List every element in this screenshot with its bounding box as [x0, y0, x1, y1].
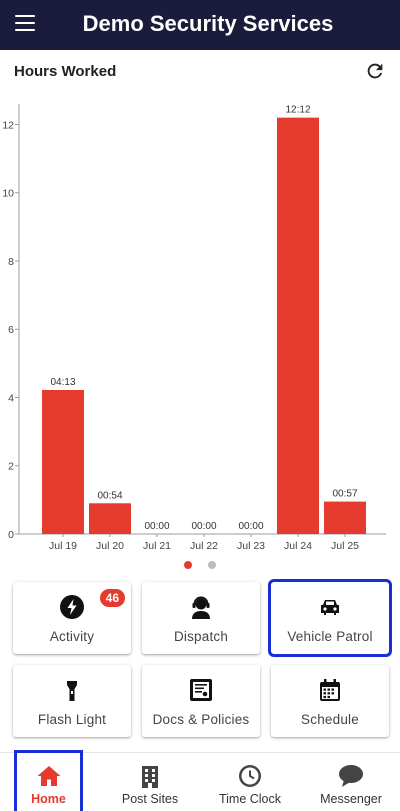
- x-tick-label: Jul 20: [96, 540, 124, 552]
- bottom-navigation: Home Post Sites Time Clock Messenger: [0, 750, 400, 811]
- data-label: 00:54: [97, 490, 122, 501]
- tile-label: Vehicle Patrol: [287, 629, 373, 644]
- nav-label: Messenger: [320, 792, 382, 806]
- section-title: Hours Worked: [14, 63, 117, 80]
- y-tick-label: 12: [2, 119, 14, 131]
- y-tick-label: 2: [8, 461, 14, 473]
- y-tick-label: 6: [8, 324, 14, 336]
- data-label: 00:57: [332, 489, 357, 500]
- y-tick-label: 4: [8, 392, 14, 404]
- app-title: Demo Security Services: [82, 11, 334, 36]
- nav-home[interactable]: Home: [14, 750, 83, 811]
- tile-label: Activity: [49, 629, 95, 644]
- dispatch-tile[interactable]: Dispatch: [142, 582, 260, 654]
- car-icon: [321, 600, 339, 615]
- bar: [89, 503, 131, 534]
- x-tick-label: Jul 19: [49, 540, 77, 552]
- bar: [277, 117, 319, 535]
- calendar-icon: [320, 679, 340, 701]
- nav-post-sites[interactable]: Post Sites: [113, 753, 187, 811]
- flashlight-icon: [67, 681, 77, 701]
- tile-label: Dispatch: [173, 629, 229, 644]
- x-tick-label: Jul 25: [331, 540, 359, 552]
- nav-label: Post Sites: [121, 792, 179, 806]
- nav-messenger[interactable]: Messenger: [314, 753, 388, 811]
- nav-label: Time Clock: [218, 792, 282, 806]
- chat-bubble-icon: [339, 765, 363, 787]
- vehicle-patrol-tile[interactable]: Vehicle Patrol: [268, 579, 392, 657]
- data-label: 00:00: [144, 521, 169, 532]
- y-tick-label: 8: [8, 256, 14, 268]
- nav-time-clock[interactable]: Time Clock: [212, 753, 288, 811]
- document-icon: [190, 679, 212, 701]
- home-icon: [37, 766, 60, 786]
- data-label: 12:12: [285, 105, 310, 116]
- tile-label: Flash Light: [37, 712, 107, 727]
- tile-label: Docs & Policies: [152, 712, 250, 727]
- bar: [42, 389, 84, 534]
- y-tick-label: 0: [8, 529, 14, 541]
- x-tick-label: Jul 21: [143, 540, 171, 552]
- hours-worked-chart: 0 2 4 6 8 10 12 04:13 Jul 19 00:54 Jul 20 00:00 Jul …: [2, 104, 386, 552]
- bar: [324, 501, 366, 534]
- nav-label: Home: [31, 792, 66, 806]
- docs-policies-tile[interactable]: Docs & Policies: [142, 665, 260, 737]
- headset-agent-icon: [192, 596, 210, 619]
- schedule-tile[interactable]: Schedule: [271, 665, 389, 737]
- data-label: 04:13: [50, 377, 75, 388]
- data-label: 00:00: [191, 521, 216, 532]
- data-label: 00:00: [238, 521, 263, 532]
- tile-label: Schedule: [301, 712, 359, 727]
- x-tick-label: Jul 23: [237, 540, 265, 552]
- x-tick-label: Jul 22: [190, 540, 218, 552]
- refresh-icon[interactable]: [364, 60, 386, 82]
- chart-pager: [0, 561, 400, 571]
- activity-count-badge: 46: [99, 589, 125, 607]
- y-tick-label: 10: [2, 188, 14, 200]
- flash-light-tile[interactable]: Flash Light: [13, 665, 131, 737]
- pager-dot[interactable]: [184, 561, 192, 569]
- lightning-icon: [60, 595, 84, 619]
- x-tick-label: Jul 24: [284, 540, 312, 552]
- activity-tile[interactable]: 46 Activity: [13, 582, 131, 654]
- app-bar: Demo Security Services: [0, 0, 400, 50]
- clock-icon: [239, 765, 261, 787]
- pager-dot[interactable]: [208, 561, 216, 569]
- building-icon: [142, 766, 158, 788]
